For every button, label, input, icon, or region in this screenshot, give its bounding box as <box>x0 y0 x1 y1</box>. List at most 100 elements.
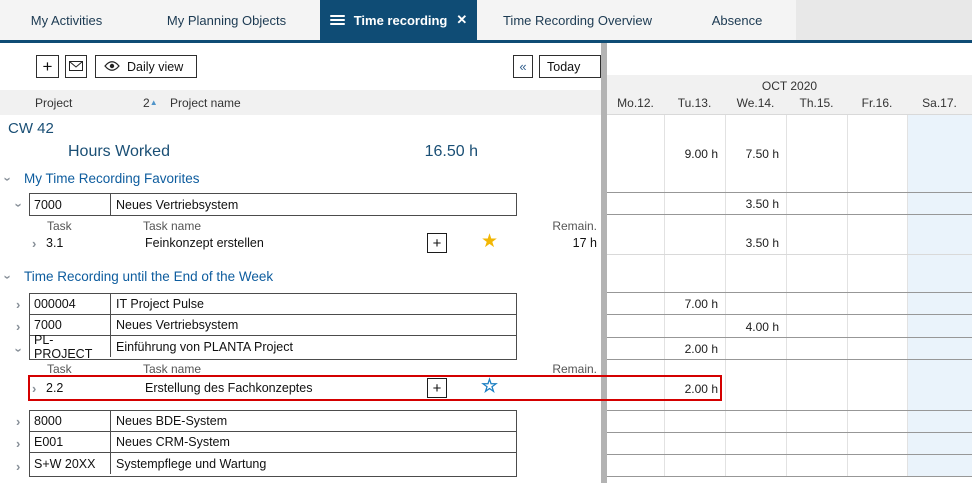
hours-worked-label: Hours Worked <box>68 143 170 161</box>
project-id-cell[interactable]: 8000 <box>30 411 111 431</box>
grid-vline <box>907 115 908 477</box>
remain-column-header: Remain. <box>517 362 597 376</box>
project-name-cell[interactable]: Neues CRM-System <box>111 435 516 449</box>
column-header-project-name[interactable]: Project name <box>170 96 241 110</box>
project-name-cell[interactable]: Systempflege und Wartung <box>111 457 516 471</box>
grid-hline <box>607 432 972 433</box>
sort-number: 2 <box>143 96 150 110</box>
task-name-column-header: Task name <box>143 219 201 233</box>
column-header-project[interactable]: Project <box>35 96 72 110</box>
grid-hline <box>607 476 972 477</box>
grid-hline <box>607 114 972 115</box>
task-name-column-header: Task name <box>143 362 201 376</box>
task-id[interactable]: 3.1 <box>46 236 63 250</box>
project-row-8000[interactable]: 8000 Neues BDE-System <box>30 411 516 432</box>
hour-cell-hours-worked-we[interactable]: 7.50 h <box>724 147 779 161</box>
hour-cell-task-2-2-tu[interactable]: 2.00 h <box>663 382 718 396</box>
tab-my-planning-objects[interactable]: My Planning Objects <box>133 0 320 40</box>
task-column-header: Task <box>47 219 72 233</box>
hour-cell-task-3-1-we[interactable]: 3.50 h <box>724 236 779 250</box>
project-id-cell[interactable]: PL-PROJECT <box>30 336 111 357</box>
grid-hline <box>607 254 972 255</box>
week-label: CW 42 <box>8 120 54 137</box>
grid-hline <box>607 214 972 215</box>
view-mode-label: Daily view <box>127 60 183 74</box>
previous-button[interactable]: « <box>513 55 533 78</box>
chevron-right-icon[interactable]: › <box>16 437 20 450</box>
today-dropdown[interactable]: Today <box>539 55 601 78</box>
project-row-favorites-7000[interactable]: 7000 Neues Vertriebsystem <box>29 193 517 216</box>
grid-vline <box>725 115 726 477</box>
menu-icon[interactable] <box>330 15 345 26</box>
tab-time-recording-overview[interactable]: Time Recording Overview <box>477 0 678 40</box>
project-row-000004[interactable]: 000004 IT Project Pulse <box>30 294 516 315</box>
add-button[interactable]: + <box>36 55 59 78</box>
chevron-right-icon[interactable]: › <box>16 415 20 428</box>
hour-cell-pl-project-tu[interactable]: 2.00 h <box>663 342 718 356</box>
chevron-down-icon[interactable]: › <box>12 203 25 207</box>
chevron-right-icon[interactable]: › <box>32 237 36 250</box>
grid-vline <box>847 115 848 477</box>
tab-my-activities[interactable]: My Activities <box>0 0 133 40</box>
day-header-sa: Sa.17. <box>907 96 972 110</box>
grid-hline <box>607 337 972 338</box>
chevron-down-icon[interactable]: › <box>1 177 14 181</box>
chevron-down-icon[interactable]: › <box>12 348 25 352</box>
mail-button[interactable] <box>65 55 87 78</box>
project-id-cell[interactable]: 7000 <box>30 194 111 215</box>
task-name[interactable]: Feinkonzept erstellen <box>145 236 264 250</box>
add-booking-button[interactable]: + <box>427 233 447 253</box>
project-name-cell[interactable]: Neues BDE-System <box>111 414 516 428</box>
selected-row-highlight <box>28 375 722 401</box>
chevron-right-icon[interactable]: › <box>16 298 20 311</box>
chevron-down-icon[interactable]: › <box>1 275 14 279</box>
project-id-cell[interactable]: E001 <box>30 432 111 452</box>
tab-time-recording[interactable]: Time recording ✕ <box>320 0 477 40</box>
sort-asc-icon: ▲ <box>150 98 158 107</box>
close-icon[interactable]: ✕ <box>456 12 467 28</box>
tab-time-recording-label: Time recording <box>354 13 448 28</box>
tab-absence[interactable]: Absence <box>678 0 796 40</box>
pane-splitter[interactable] <box>601 43 607 483</box>
project-name-cell[interactable]: Neues Vertriebsystem <box>111 198 516 212</box>
grid-vline <box>786 115 787 477</box>
project-row-pl-project[interactable]: PL-PROJECT Einführung von PLANTA Project <box>30 336 516 357</box>
tab-bar: My Activities My Planning Objects Time r… <box>0 0 972 40</box>
project-row-sw20xx[interactable]: S+W 20XX Systempflege und Wartung <box>30 453 516 474</box>
hour-cell-000004-tu[interactable]: 7.00 h <box>663 297 718 311</box>
hour-cell-7000-we[interactable]: 4.00 h <box>724 320 779 334</box>
project-id-cell[interactable]: S+W 20XX <box>30 453 111 474</box>
sort-indicator[interactable]: 2▲ <box>143 96 158 110</box>
calendar-month-label: OCT 2020 <box>607 79 972 93</box>
project-name-cell[interactable]: Einführung von PLANTA Project <box>111 340 516 354</box>
tab-underline <box>0 40 972 43</box>
grid-vline <box>664 115 665 477</box>
hour-cell-hours-worked-tu[interactable]: 9.00 h <box>663 147 718 161</box>
favorite-star-filled-icon[interactable]: ★ <box>481 232 498 251</box>
grid-hline <box>607 314 972 315</box>
chevron-right-icon[interactable]: › <box>16 460 20 473</box>
project-row-e001[interactable]: E001 Neues CRM-System <box>30 432 516 453</box>
grid-hline <box>607 410 972 411</box>
task-column-header: Task <box>47 362 72 376</box>
time-recording-app: My Activities My Planning Objects Time r… <box>0 0 972 483</box>
project-rows-group: 8000 Neues BDE-System E001 Neues CRM-Sys… <box>29 410 517 477</box>
grid-hline <box>607 192 972 193</box>
project-name-cell[interactable]: Neues Vertriebsystem <box>111 318 516 332</box>
section-week-title[interactable]: Time Recording until the End of the Week <box>24 269 273 284</box>
project-name-cell[interactable]: IT Project Pulse <box>111 297 516 311</box>
grid-hline <box>607 359 972 360</box>
remain-column-header: Remain. <box>517 219 597 233</box>
hour-cell-fav-7000-we[interactable]: 3.50 h <box>724 197 779 211</box>
day-header-mo: Mo.12. <box>607 96 664 110</box>
project-id-cell[interactable]: 000004 <box>30 294 111 314</box>
project-rows-group: 000004 IT Project Pulse 7000 Neues Vertr… <box>29 293 517 360</box>
left-grid-header <box>0 90 601 115</box>
envelope-icon <box>69 60 83 74</box>
day-header-we: We.14. <box>725 96 786 110</box>
hours-worked-total: 16.50 h <box>398 143 478 161</box>
view-mode-button[interactable]: Daily view <box>95 55 197 78</box>
section-favorites-title[interactable]: My Time Recording Favorites <box>24 171 200 186</box>
chevron-right-icon[interactable]: › <box>16 320 20 333</box>
day-header-fr: Fr.16. <box>847 96 907 110</box>
